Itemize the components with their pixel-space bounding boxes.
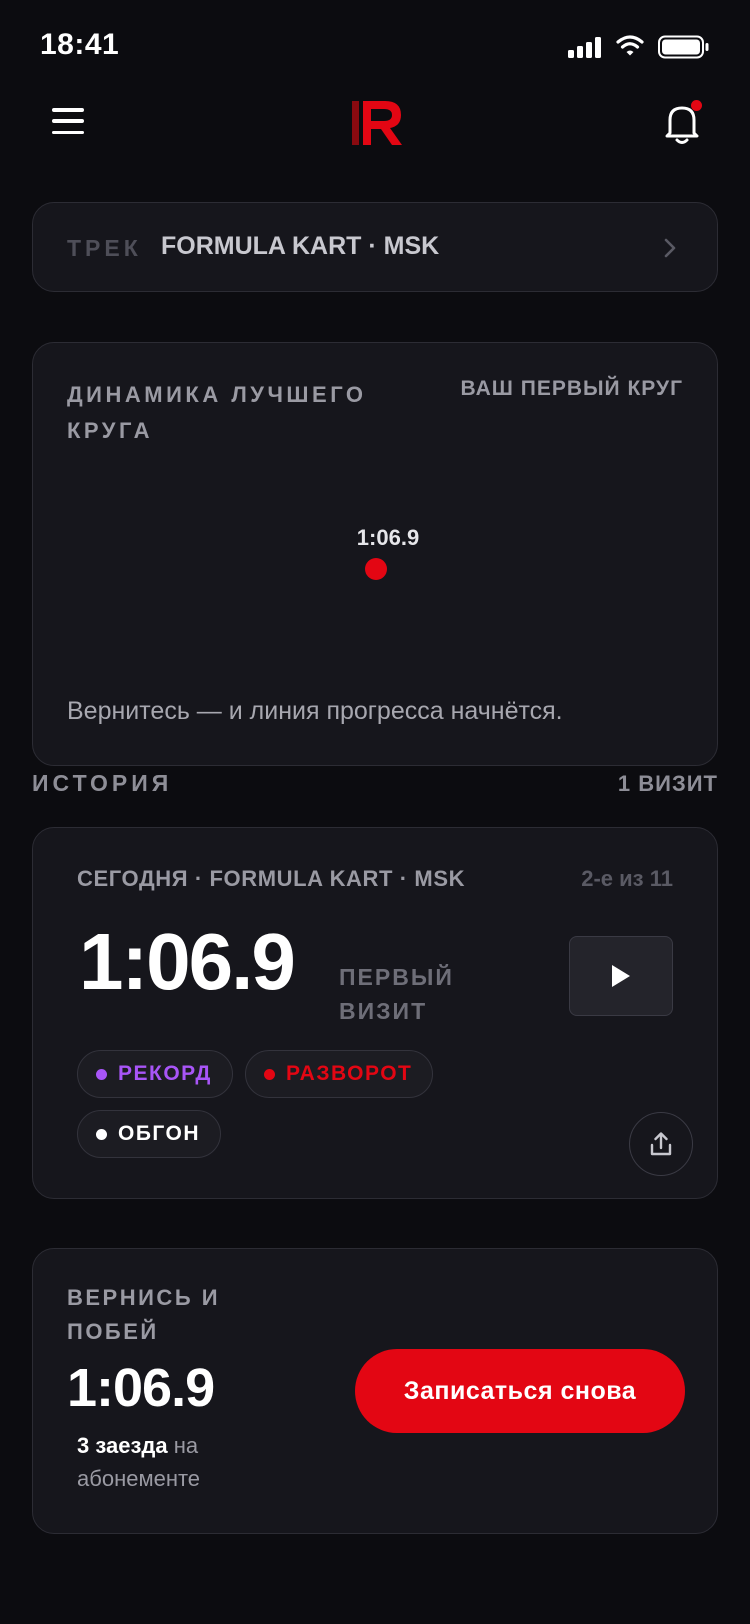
track-label: ТРЕК: [67, 235, 142, 261]
cta-lap-time: 1:06.9: [67, 1358, 215, 1418]
best-lap-chart-card: ДИНАМИКА ЛУЧШЕГО КРУГА ВАШ ПЕРВЫЙ КРУГ 1…: [32, 342, 718, 766]
tag-spin[interactable]: РАЗВОРОТ: [245, 1050, 434, 1098]
wifi-icon: [616, 35, 644, 56]
tag-record[interactable]: РЕКОРД: [77, 1050, 233, 1098]
play-icon: [612, 965, 630, 987]
subscription-note: 3 заезда на абонементе: [77, 1429, 277, 1495]
cta-title: ВЕРНИСЬ И ПОБЕЙ: [67, 1285, 221, 1344]
battery-icon: [658, 35, 709, 59]
chart-subtitle: ВАШ ПЕРВЫЙ КРУГ: [460, 377, 683, 400]
chart-point-label: 1:06.9: [356, 525, 420, 550]
visit-rank: 2-е из 11: [581, 866, 673, 891]
visit-card[interactable]: СЕГОДНЯ · FORMULA KART · MSK 2-е из 11 1…: [32, 827, 718, 1199]
tag-dot: [96, 1128, 107, 1140]
first-visit-label: ПЕРВЫЙ ВИЗИТ: [339, 964, 454, 1024]
history-count: 1 ВИЗИТ: [617, 771, 718, 796]
share-button[interactable]: [629, 1112, 693, 1176]
cellular-signal-icon: [568, 36, 602, 58]
tag-overtake[interactable]: ОБГОН: [77, 1110, 222, 1158]
book-again-button[interactable]: Записаться снова: [355, 1349, 685, 1433]
chart-point: [365, 558, 387, 580]
track-selector[interactable]: ТРЕК FORMULA KART · MSK: [32, 202, 718, 292]
visit-lap-time: 1:06.9: [79, 917, 296, 1006]
menu-button[interactable]: [52, 108, 84, 134]
status-time: 18:41: [40, 28, 120, 61]
visit-header: СЕГОДНЯ · FORMULA KART · MSK: [77, 866, 466, 891]
brand-r-logo: [352, 101, 402, 145]
rebook-card: ВЕРНИСЬ И ПОБЕЙ 1:06.9 3 заезда на абоне…: [32, 1248, 718, 1534]
tag-dot: [264, 1068, 275, 1080]
share-icon: [650, 1132, 672, 1156]
chart-hint: Вернитесь — и линия прогресса начнётся.: [67, 697, 563, 725]
chart-title: ДИНАМИКА ЛУЧШЕГО КРУГА: [67, 382, 367, 443]
track-value: FORMULA KART · MSK: [161, 232, 440, 260]
rides-count: 3 заезда: [77, 1433, 168, 1458]
history-title: ИСТОРИЯ: [32, 770, 173, 796]
play-video-button[interactable]: [569, 936, 673, 1016]
hamburger-icon: [52, 108, 84, 112]
tag-dot: [96, 1068, 107, 1080]
notification-badge: [691, 100, 702, 111]
notifications-button[interactable]: [662, 100, 702, 146]
chevron-right-icon: [664, 238, 676, 258]
